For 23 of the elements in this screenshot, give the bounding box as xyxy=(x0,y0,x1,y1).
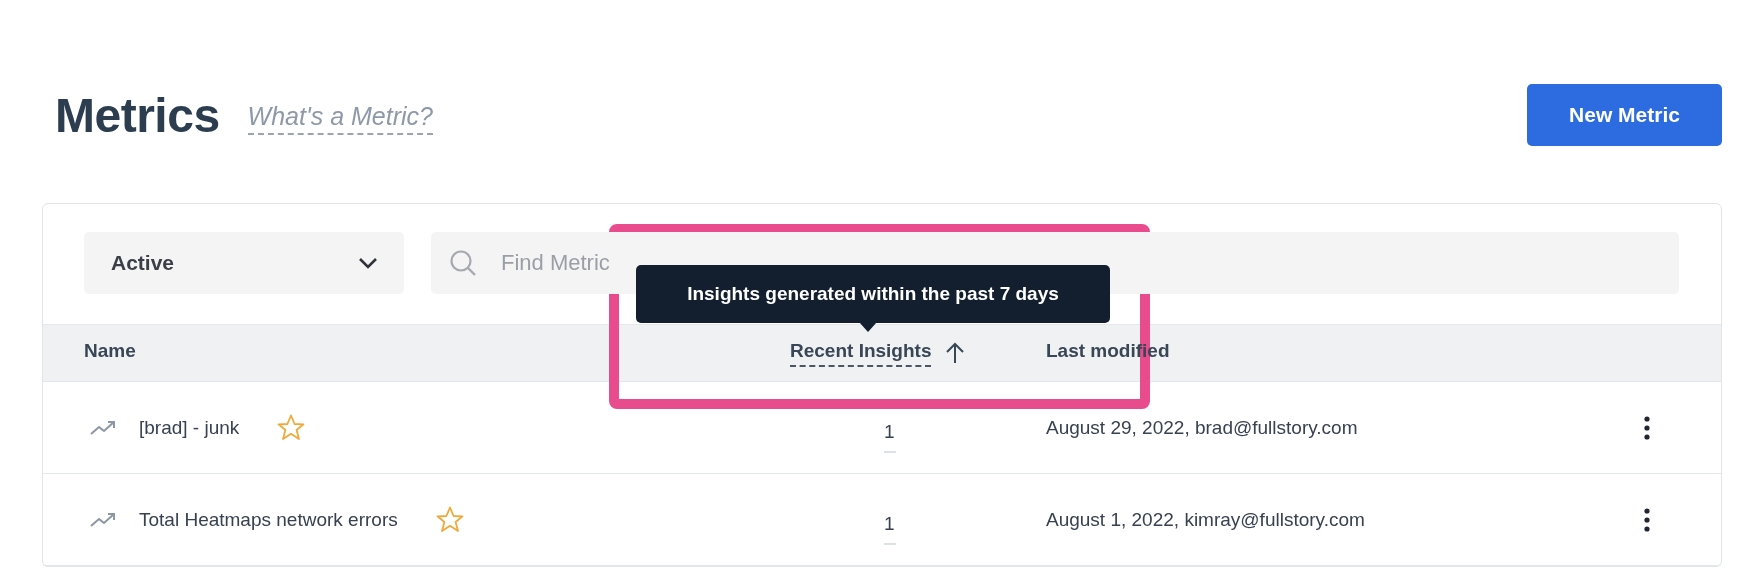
insight-count: 1 xyxy=(884,420,895,443)
kebab-menu-icon xyxy=(1644,507,1650,532)
trend-icon xyxy=(90,419,116,436)
tooltip-pointer xyxy=(859,322,877,332)
metric-name[interactable]: Total Heatmaps network errors xyxy=(139,508,398,531)
tooltip: Insights generated within the past 7 days xyxy=(636,265,1110,323)
last-modified-text: August 1, 2022, kimray@fullstory.com xyxy=(1046,508,1366,531)
dash-mark xyxy=(884,450,896,453)
sort-arrow-up-icon[interactable] xyxy=(945,342,966,364)
last-modified-text: August 29, 2022, brad@fullstory.com xyxy=(1046,416,1359,439)
column-header[interactable]: Name xyxy=(84,339,136,367)
kebab-menu-icon xyxy=(1644,415,1650,440)
column-header[interactable]: Recent Insights xyxy=(790,339,932,367)
trend-icon xyxy=(90,511,116,528)
new-metric-button[interactable]: New Metric xyxy=(1527,84,1722,146)
metric-name[interactable]: [brad] - junk xyxy=(139,416,240,439)
dash-mark xyxy=(884,542,896,545)
star-icon[interactable] xyxy=(277,414,306,441)
chevron-down-icon xyxy=(358,257,378,269)
insight-count: 1 xyxy=(884,512,895,535)
page-title: Metrics xyxy=(55,87,220,143)
star-icon[interactable] xyxy=(435,506,464,533)
status-dropdown[interactable]: Active xyxy=(84,232,404,294)
